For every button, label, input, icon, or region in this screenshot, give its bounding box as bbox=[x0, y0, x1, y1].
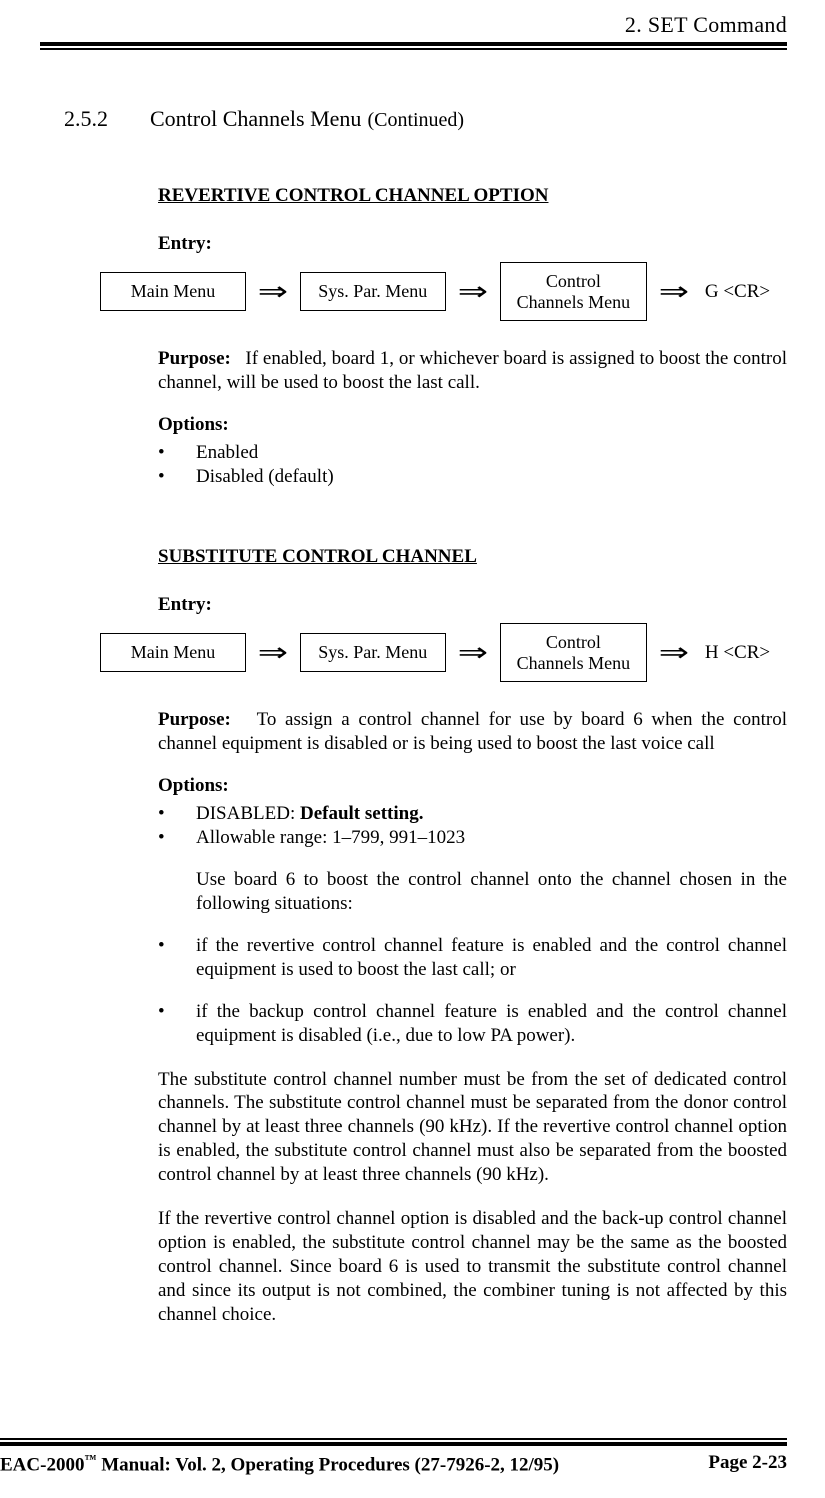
list-item: • if the backup control channel feature … bbox=[158, 1000, 787, 1048]
purpose-text: To assign a control channel for use by b… bbox=[158, 709, 787, 754]
subheading-substitute: SUBSTITUTE CONTROL CHANNEL bbox=[158, 545, 787, 569]
option-bold: Default setting. bbox=[300, 803, 423, 824]
flow-box-control-channels-menu: Control Channels Menu bbox=[500, 262, 647, 321]
option-disabled: Disabled (default) bbox=[196, 465, 787, 489]
header-rule-thin bbox=[40, 48, 787, 50]
bullet-icon: • bbox=[158, 802, 196, 826]
section-number: 2.5.2 bbox=[64, 106, 108, 132]
arrow-icon: ⇒ bbox=[659, 279, 690, 305]
subheading-revertive: REVERTIVE CONTROL CHANNEL OPTION bbox=[158, 184, 787, 208]
arrow-icon: ⇒ bbox=[659, 640, 690, 666]
option-range: Allowable range: 1–799, 991–1023 bbox=[196, 826, 787, 850]
chapter-title: 2. SET Command bbox=[625, 12, 787, 37]
purpose-paragraph-2: Purpose: To assign a control channel for… bbox=[158, 708, 787, 756]
section-continued: (Continued) bbox=[367, 109, 464, 132]
trademark-icon: ™ bbox=[84, 1452, 96, 1466]
list-item: • Allowable range: 1–799, 991–1023 bbox=[158, 826, 787, 850]
section-title: Control Channels Menu bbox=[150, 106, 361, 132]
footer-page-number: Page 2-23 bbox=[708, 1452, 787, 1476]
list-item: • DISABLED: Default setting. bbox=[158, 802, 787, 826]
bullet-icon: • bbox=[158, 826, 196, 850]
entry-flow-2: Main Menu ⇒ Sys. Par. Menu ⇒ Control Cha… bbox=[100, 623, 787, 682]
list-item: • if the revertive control channel featu… bbox=[158, 934, 787, 982]
options-block-1: Options: • Enabled • Disabled (default) bbox=[158, 413, 787, 489]
option-note: Use board 6 to boost the control channel… bbox=[196, 868, 787, 916]
option-disabled-default: DISABLED: Default setting. bbox=[196, 802, 787, 826]
options-label: Options: bbox=[158, 775, 229, 796]
options-label: Options: bbox=[158, 414, 229, 435]
footer-product: EAC-2000 bbox=[0, 1454, 84, 1475]
entry-flow-1: Main Menu ⇒ Sys. Par. Menu ⇒ Control Cha… bbox=[100, 262, 787, 321]
page-header: 2. SET Command bbox=[40, 0, 787, 38]
option-prefix: DISABLED: bbox=[196, 803, 300, 824]
entry-label-1: Entry: bbox=[158, 232, 787, 256]
purpose-text: If enabled, board 1, or whichever board … bbox=[158, 348, 787, 393]
situation-backup: if the backup control channel feature is… bbox=[196, 1000, 787, 1048]
flow-box-sys-par-menu: Sys. Par. Menu bbox=[300, 272, 446, 311]
purpose-label: Purpose: bbox=[158, 709, 231, 730]
list-item: • Enabled bbox=[158, 441, 787, 465]
arrow-icon: ⇒ bbox=[258, 279, 289, 305]
arrow-icon: ⇒ bbox=[258, 640, 289, 666]
options-list-1: • Enabled • Disabled (default) bbox=[158, 441, 787, 489]
bullet-icon: • bbox=[158, 465, 196, 489]
flow-command-g: G <CR> bbox=[705, 280, 770, 304]
footer-rule-thick bbox=[0, 1442, 787, 1446]
options-list-2: • DISABLED: Default setting. • Allowable… bbox=[158, 802, 787, 850]
section-heading: 2.5.2 Control Channels Menu (Continued) bbox=[40, 106, 787, 132]
footer-rule-thin bbox=[0, 1438, 787, 1440]
footer-line: EAC-2000™ Manual: Vol. 2, Operating Proc… bbox=[0, 1452, 787, 1476]
bullet-icon: • bbox=[158, 441, 196, 465]
flow-box-main-menu: Main Menu bbox=[100, 272, 246, 311]
situation-revertive: if the revertive control channel feature… bbox=[196, 934, 787, 982]
bullet-icon: • bbox=[158, 934, 196, 982]
flow-command-h: H <CR> bbox=[705, 641, 770, 665]
purpose-paragraph-1: Purpose: If enabled, board 1, or whichev… bbox=[158, 347, 787, 395]
page-footer: EAC-2000™ Manual: Vol. 2, Operating Proc… bbox=[0, 1436, 825, 1476]
arrow-icon: ⇒ bbox=[457, 279, 488, 305]
flow-box-control-channels-menu: Control Channels Menu bbox=[500, 623, 647, 682]
list-item: • Disabled (default) bbox=[158, 465, 787, 489]
header-rule-thick bbox=[40, 42, 787, 46]
options-block-2: Options: • DISABLED: Default setting. • … bbox=[158, 774, 787, 1047]
purpose-label: Purpose: bbox=[158, 348, 231, 369]
arrow-icon: ⇒ bbox=[457, 640, 488, 666]
flow-box-main-menu: Main Menu bbox=[100, 633, 246, 672]
substitute-paragraph-2: If the revertive control channel option … bbox=[158, 1207, 787, 1327]
flow-box-sys-par-menu: Sys. Par. Menu bbox=[300, 633, 446, 672]
page: 2. SET Command 2.5.2 Control Channels Me… bbox=[0, 0, 825, 1498]
bullet-icon: • bbox=[158, 1000, 196, 1048]
situations-list: • if the revertive control channel featu… bbox=[158, 934, 787, 1048]
footer-left: EAC-2000™ Manual: Vol. 2, Operating Proc… bbox=[0, 1452, 559, 1476]
option-enabled: Enabled bbox=[196, 441, 787, 465]
content-area: REVERTIVE CONTROL CHANNEL OPTION Entry: … bbox=[158, 184, 787, 1327]
entry-label-2: Entry: bbox=[158, 593, 787, 617]
substitute-paragraph-1: The substitute control channel number mu… bbox=[158, 1068, 787, 1188]
footer-manual-info: Manual: Vol. 2, Operating Procedures (27… bbox=[96, 1454, 559, 1475]
